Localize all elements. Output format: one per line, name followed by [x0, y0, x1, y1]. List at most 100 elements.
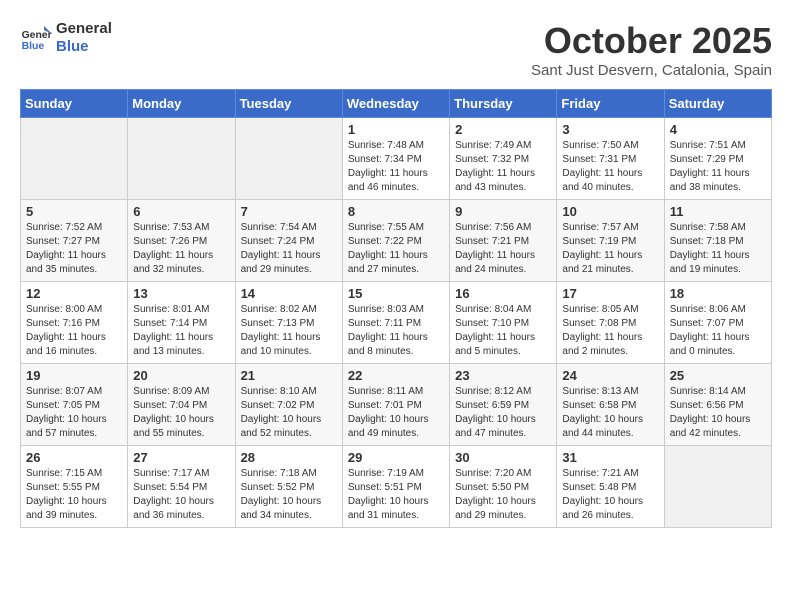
day-info: Sunrise: 7:18 AM Sunset: 5:52 PM Dayligh… [241, 467, 337, 523]
logo-general: General [56, 20, 112, 38]
day-number: 10 [562, 204, 658, 219]
day-info: Sunrise: 7:17 AM Sunset: 5:54 PM Dayligh… [133, 467, 229, 523]
calendar-week-row: 5 Sunrise: 7:52 AM Sunset: 7:27 PM Daylig… [21, 200, 772, 282]
day-number: 15 [348, 286, 444, 301]
calendar-cell: 8 Sunrise: 7:55 AM Sunset: 7:22 PM Daylig… [342, 200, 449, 282]
day-number: 16 [455, 286, 551, 301]
day-number: 19 [26, 368, 122, 383]
day-number: 8 [348, 204, 444, 219]
calendar-cell: 17Sunrise: 8:05 AM Sunset: 7:08 PM Dayli… [557, 282, 664, 364]
day-info: Sunrise: 8:06 AM Sunset: 7:07 PM Dayligh… [670, 303, 766, 359]
calendar-cell [664, 446, 771, 528]
day-number: 9 [455, 204, 551, 219]
logo-blue: Blue [56, 38, 112, 56]
day-info: Sunrise: 8:11 AM Sunset: 7:01 PM Dayligh… [348, 385, 444, 441]
weekday-header: Tuesday [235, 90, 342, 118]
day-info: Sunrise: 8:07 AM Sunset: 7:05 PM Dayligh… [26, 385, 122, 441]
day-info: Sunrise: 8:13 AM Sunset: 6:58 PM Dayligh… [562, 385, 658, 441]
day-info: Sunrise: 7:20 AM Sunset: 5:50 PM Dayligh… [455, 467, 551, 523]
day-info: Sunrise: 8:12 AM Sunset: 6:59 PM Dayligh… [455, 385, 551, 441]
calendar-cell: 7 Sunrise: 7:54 AM Sunset: 7:24 PM Daylig… [235, 200, 342, 282]
calendar-table: SundayMondayTuesdayWednesdayThursdayFrid… [20, 89, 772, 528]
calendar-cell: 13 Sunrise: 8:01 AM Sunset: 7:14 PM Dayli… [128, 282, 235, 364]
weekday-header: Saturday [664, 90, 771, 118]
day-info: Sunrise: 7:57 AM Sunset: 7:19 PM Dayligh… [562, 221, 658, 277]
day-info: Sunrise: 7:48 AM Sunset: 7:34 PM Dayligh… [348, 139, 444, 195]
day-number: 2 [455, 122, 551, 137]
calendar-cell: 22Sunrise: 8:11 AM Sunset: 7:01 PM Dayli… [342, 364, 449, 446]
day-number: 18 [670, 286, 766, 301]
calendar-cell [21, 118, 128, 200]
day-number: 1 [348, 122, 444, 137]
day-info: Sunrise: 7:56 AM Sunset: 7:21 PM Dayligh… [455, 221, 551, 277]
day-info: Sunrise: 8:04 AM Sunset: 7:10 PM Dayligh… [455, 303, 551, 359]
weekday-header: Sunday [21, 90, 128, 118]
logo-icon: General Blue [20, 22, 52, 54]
weekday-header: Thursday [450, 90, 557, 118]
calendar-cell: 1 Sunrise: 7:48 AM Sunset: 7:34 PM Daylig… [342, 118, 449, 200]
day-info: Sunrise: 7:55 AM Sunset: 7:22 PM Dayligh… [348, 221, 444, 277]
logo: General Blue General Blue [20, 20, 112, 56]
day-info: Sunrise: 8:01 AM Sunset: 7:14 PM Dayligh… [133, 303, 229, 359]
title-area: October 2025 Sant Just Desvern, Cataloni… [531, 20, 772, 79]
day-info: Sunrise: 7:58 AM Sunset: 7:18 PM Dayligh… [670, 221, 766, 277]
calendar-week-row: 12Sunrise: 8:00 AM Sunset: 7:16 PM Dayli… [21, 282, 772, 364]
calendar-cell: 3 Sunrise: 7:50 AM Sunset: 7:31 PM Daylig… [557, 118, 664, 200]
calendar-cell: 20Sunrise: 8:09 AM Sunset: 7:04 PM Dayli… [128, 364, 235, 446]
day-number: 14 [241, 286, 337, 301]
day-info: Sunrise: 7:49 AM Sunset: 7:32 PM Dayligh… [455, 139, 551, 195]
day-info: Sunrise: 8:10 AM Sunset: 7:02 PM Dayligh… [241, 385, 337, 441]
day-number: 28 [241, 450, 337, 465]
calendar-cell: 14Sunrise: 8:02 AM Sunset: 7:13 PM Dayli… [235, 282, 342, 364]
calendar-cell: 9 Sunrise: 7:56 AM Sunset: 7:21 PM Daylig… [450, 200, 557, 282]
calendar-cell: 16 Sunrise: 8:04 AM Sunset: 7:10 PM Dayli… [450, 282, 557, 364]
day-number: 29 [348, 450, 444, 465]
weekday-header: Friday [557, 90, 664, 118]
calendar-cell: 23 Sunrise: 8:12 AM Sunset: 6:59 PM Dayli… [450, 364, 557, 446]
day-number: 4 [670, 122, 766, 137]
day-number: 26 [26, 450, 122, 465]
calendar-cell: 2 Sunrise: 7:49 AM Sunset: 7:32 PM Daylig… [450, 118, 557, 200]
calendar-cell: 25Sunrise: 8:14 AM Sunset: 6:56 PM Dayli… [664, 364, 771, 446]
day-number: 25 [670, 368, 766, 383]
day-info: Sunrise: 7:52 AM Sunset: 7:27 PM Dayligh… [26, 221, 122, 277]
day-number: 11 [670, 204, 766, 219]
calendar-week-row: 26 Sunrise: 7:15 AM Sunset: 5:55 PM Dayli… [21, 446, 772, 528]
day-number: 31 [562, 450, 658, 465]
day-number: 5 [26, 204, 122, 219]
header: General Blue General Blue October 2025 S… [20, 20, 772, 79]
calendar-header-row: SundayMondayTuesdayWednesdayThursdayFrid… [21, 90, 772, 118]
calendar-week-row: 19 Sunrise: 8:07 AM Sunset: 7:05 PM Dayli… [21, 364, 772, 446]
day-number: 13 [133, 286, 229, 301]
calendar-cell: 11 Sunrise: 7:58 AM Sunset: 7:18 PM Dayli… [664, 200, 771, 282]
day-info: Sunrise: 8:03 AM Sunset: 7:11 PM Dayligh… [348, 303, 444, 359]
calendar-week-row: 1 Sunrise: 7:48 AM Sunset: 7:34 PM Daylig… [21, 118, 772, 200]
day-number: 30 [455, 450, 551, 465]
location-subtitle: Sant Just Desvern, Catalonia, Spain [531, 62, 772, 79]
calendar-cell: 10 Sunrise: 7:57 AM Sunset: 7:19 PM Dayli… [557, 200, 664, 282]
calendar-cell [235, 118, 342, 200]
weekday-header: Wednesday [342, 90, 449, 118]
calendar-cell: 5 Sunrise: 7:52 AM Sunset: 7:27 PM Daylig… [21, 200, 128, 282]
day-number: 27 [133, 450, 229, 465]
calendar-cell: 26 Sunrise: 7:15 AM Sunset: 5:55 PM Dayli… [21, 446, 128, 528]
calendar-cell: 19 Sunrise: 8:07 AM Sunset: 7:05 PM Dayli… [21, 364, 128, 446]
svg-text:Blue: Blue [22, 41, 45, 52]
day-info: Sunrise: 7:54 AM Sunset: 7:24 PM Dayligh… [241, 221, 337, 277]
calendar-cell: 18 Sunrise: 8:06 AM Sunset: 7:07 PM Dayli… [664, 282, 771, 364]
day-info: Sunrise: 7:19 AM Sunset: 5:51 PM Dayligh… [348, 467, 444, 523]
calendar-cell: 27 Sunrise: 7:17 AM Sunset: 5:54 PM Dayli… [128, 446, 235, 528]
day-number: 7 [241, 204, 337, 219]
day-info: Sunrise: 7:50 AM Sunset: 7:31 PM Dayligh… [562, 139, 658, 195]
day-number: 12 [26, 286, 122, 301]
day-number: 23 [455, 368, 551, 383]
day-info: Sunrise: 7:15 AM Sunset: 5:55 PM Dayligh… [26, 467, 122, 523]
day-info: Sunrise: 7:21 AM Sunset: 5:48 PM Dayligh… [562, 467, 658, 523]
calendar-cell: 6Sunrise: 7:53 AM Sunset: 7:26 PM Daylig… [128, 200, 235, 282]
calendar-cell: 24Sunrise: 8:13 AM Sunset: 6:58 PM Dayli… [557, 364, 664, 446]
calendar-cell: 30 Sunrise: 7:20 AM Sunset: 5:50 PM Dayli… [450, 446, 557, 528]
calendar-cell: 31 Sunrise: 7:21 AM Sunset: 5:48 PM Dayli… [557, 446, 664, 528]
day-number: 3 [562, 122, 658, 137]
calendar-cell: 29 Sunrise: 7:19 AM Sunset: 5:51 PM Dayli… [342, 446, 449, 528]
calendar-cell: 15 Sunrise: 8:03 AM Sunset: 7:11 PM Dayli… [342, 282, 449, 364]
